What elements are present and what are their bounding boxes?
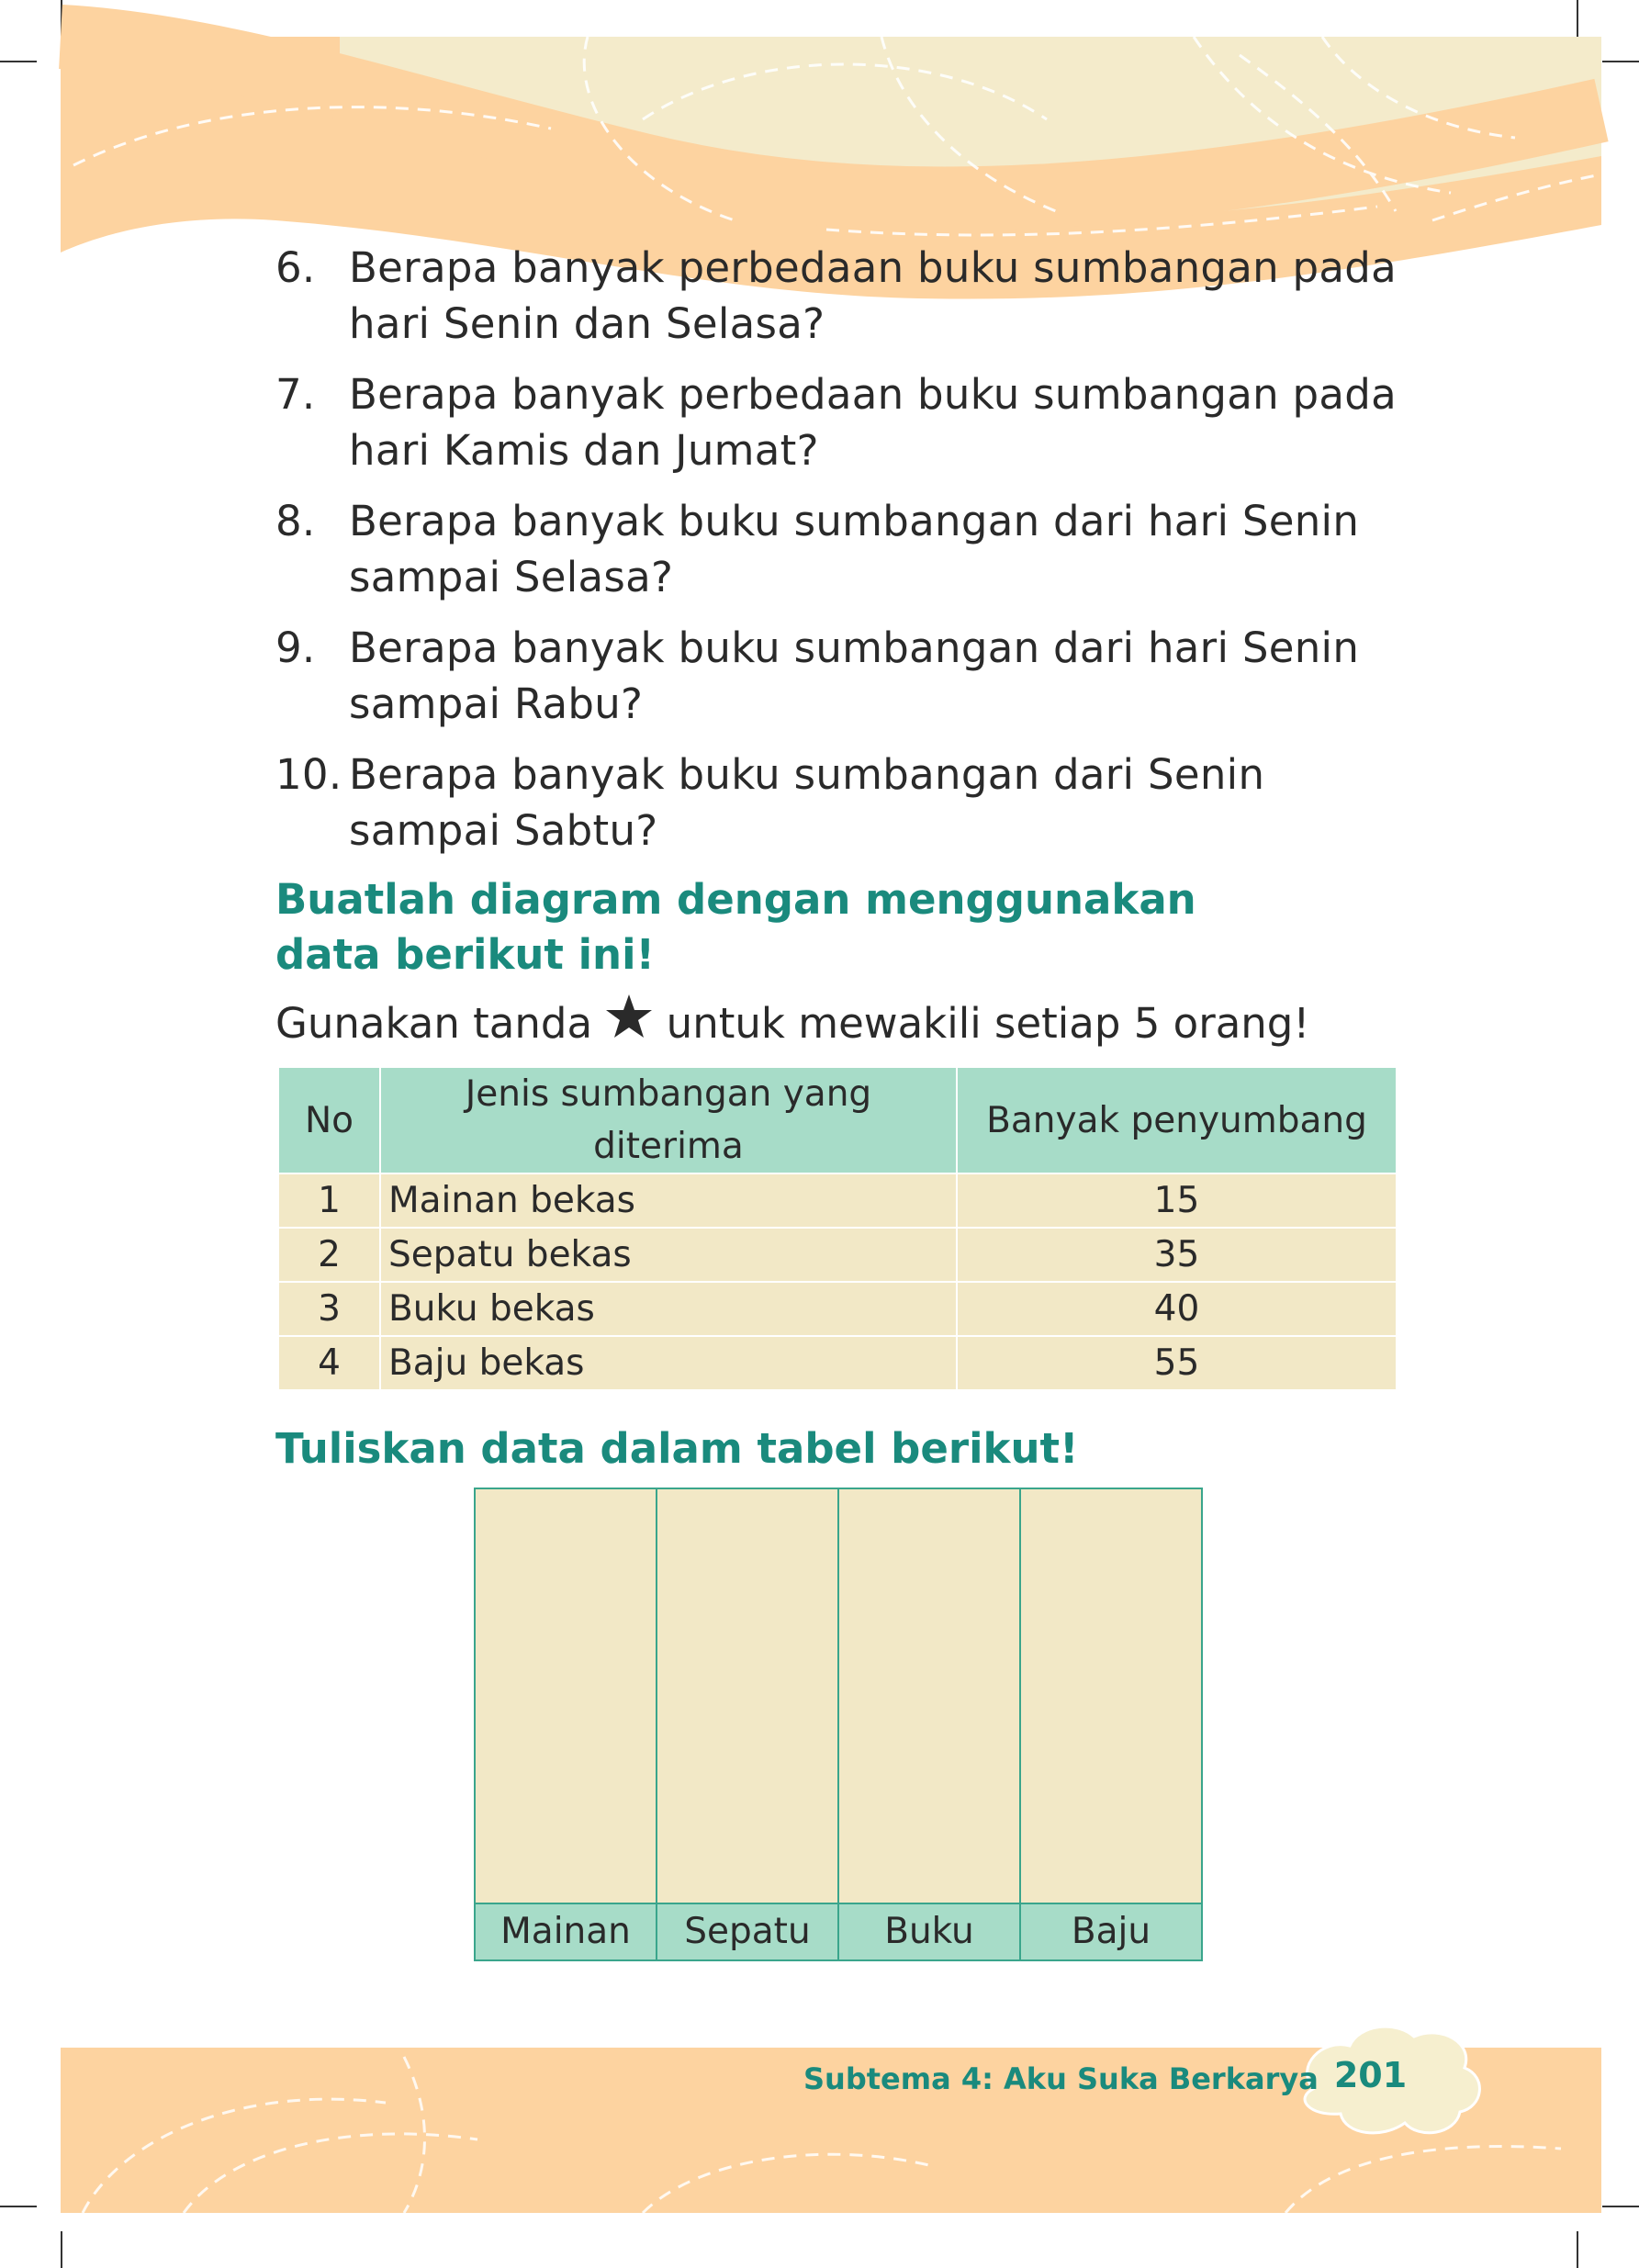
- instruction-line: Gunakan tanda untuk mewakili setiap 5 or…: [275, 994, 1309, 1054]
- table-cell-no: 1: [277, 1173, 381, 1229]
- table-header-row: No Jenis sumbangan yang diterima Banyak …: [277, 1066, 1398, 1174]
- table-cell-no: 3: [277, 1281, 381, 1337]
- question-text: Berapa banyak buku sumbangan dari hari S…: [349, 623, 1360, 728]
- pictogram-column: Mainan: [476, 1489, 657, 1959]
- pictogram-column: Buku: [839, 1489, 1021, 1959]
- crop-mark: [1577, 2231, 1578, 2268]
- pictogram-grid: Mainan Sepatu Buku Baju: [474, 1488, 1203, 1961]
- page-number: 201: [1333, 2055, 1408, 2095]
- question-number: 6.: [275, 243, 316, 292]
- pictogram-column: Baju: [1021, 1489, 1201, 1959]
- column-header-no: No: [277, 1066, 381, 1174]
- table-cell-banyak: 15: [956, 1173, 1398, 1229]
- pictogram-label: Buku: [839, 1903, 1019, 1959]
- table-row: 4 Baju bekas 55: [277, 1335, 1398, 1391]
- question-number: 9.: [275, 623, 316, 672]
- table-row: 3 Buku bekas 40: [277, 1281, 1398, 1337]
- question-text: Berapa banyak buku sumbangan dari Senin …: [349, 750, 1265, 855]
- star-icon: [605, 994, 653, 1054]
- pictogram-cell-buku[interactable]: [839, 1489, 1019, 1903]
- question-text: Berapa banyak perbedaan buku sumbangan p…: [349, 243, 1398, 348]
- question-number: 7.: [275, 370, 316, 419]
- table-cell-jenis: Mainan bekas: [379, 1173, 958, 1229]
- table-cell-banyak: 40: [956, 1281, 1398, 1337]
- table-row: 1 Mainan bekas 15: [277, 1173, 1398, 1229]
- footer-subtheme: Subtema 4: Aku Suka Berkarya: [803, 2061, 1319, 2096]
- instruction-text-after: untuk mewakili setiap 5 orang!: [666, 999, 1310, 1048]
- pictogram-label: Baju: [1021, 1903, 1201, 1959]
- pictogram-cell-baju[interactable]: [1021, 1489, 1201, 1903]
- table-cell-jenis: Sepatu bekas: [379, 1227, 958, 1283]
- table-cell-no: 4: [277, 1335, 381, 1391]
- table-cell-jenis: Buku bekas: [379, 1281, 958, 1337]
- table-cell-no: 2: [277, 1227, 381, 1283]
- question-text: Berapa banyak perbedaan buku sumbangan p…: [349, 370, 1398, 475]
- question-number: 8.: [275, 497, 316, 545]
- section-heading: Buatlah diagram dengan menggunakan data …: [275, 875, 1196, 979]
- pictogram-label: Sepatu: [657, 1903, 837, 1959]
- table-cell-banyak: 55: [956, 1335, 1398, 1391]
- pictogram-cell-mainan[interactable]: [476, 1489, 656, 1903]
- section-heading-2: Tuliskan data dalam tabel berikut!: [275, 1424, 1079, 1473]
- question-text: Berapa banyak buku sumbangan dari hari S…: [349, 497, 1360, 601]
- pictogram-label: Mainan: [476, 1903, 656, 1959]
- table-cell-banyak: 35: [956, 1227, 1398, 1283]
- table-cell-jenis: Baju bekas: [379, 1335, 958, 1391]
- pictogram-column: Sepatu: [657, 1489, 839, 1959]
- donation-table: No Jenis sumbangan yang diterima Banyak …: [277, 1066, 1398, 1391]
- instruction-text-before: Gunakan tanda: [275, 999, 593, 1048]
- crop-mark: [61, 2231, 62, 2268]
- column-header-banyak: Banyak penyumbang: [956, 1066, 1398, 1174]
- table-row: 2 Sepatu bekas 35: [277, 1227, 1398, 1283]
- column-header-jenis: Jenis sumbangan yang diterima: [379, 1066, 958, 1174]
- question-number: 10.: [275, 750, 342, 799]
- pictogram-cell-sepatu[interactable]: [657, 1489, 837, 1903]
- footer-banner: [61, 2025, 1601, 2215]
